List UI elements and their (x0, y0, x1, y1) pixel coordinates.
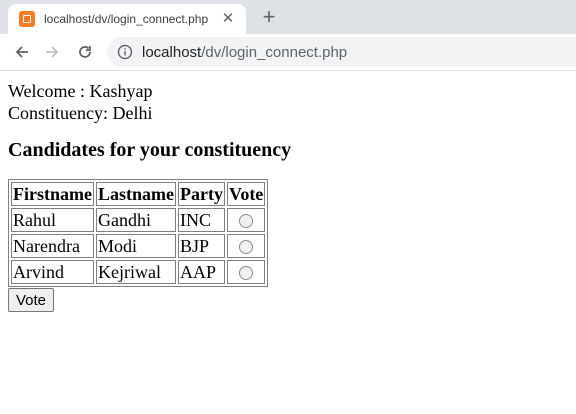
header-party: Party (177, 182, 225, 206)
reload-button[interactable] (73, 40, 97, 64)
vote-radio-arvind[interactable] (239, 266, 254, 281)
url-text: localhost/dv/login_connect.php (142, 44, 347, 61)
constituency-text: Constituency: Delhi (8, 103, 153, 123)
page-heading: Candidates for your constituency (8, 139, 292, 161)
url-host: localhost (142, 43, 202, 61)
cell-vote (226, 208, 266, 232)
cell-lastname: Modi (95, 234, 176, 258)
table-row: Arvind Kejriwal AAP (11, 260, 266, 284)
cell-vote (226, 260, 266, 284)
cell-vote (226, 234, 266, 258)
table-row: Rahul Gandhi INC (11, 208, 266, 232)
cell-firstname: Rahul (11, 208, 94, 232)
back-arrow-icon (15, 46, 28, 58)
reload-icon (79, 46, 91, 58)
vote-radio-narendra[interactable] (239, 240, 254, 255)
vote-button[interactable]: Vote (8, 288, 55, 312)
url-path: /dv/login_connect.php (201, 43, 348, 61)
browser-toolbar: localhost/dv/login_connect.php (0, 34, 576, 71)
page-content: Welcome : Kashyap Constituency: Delhi Ca… (0, 71, 576, 312)
address-bar[interactable]: localhost/dv/login_connect.php (107, 37, 576, 67)
table-row: Narendra Modi BJP (11, 234, 266, 258)
cell-party: BJP (177, 234, 225, 258)
cell-party: AAP (177, 260, 225, 284)
forward-button[interactable] (40, 40, 64, 64)
cell-firstname: Arvind (11, 260, 94, 284)
cell-party: INC (177, 208, 225, 232)
new-tab-button[interactable]: + (257, 6, 281, 30)
browser-tab[interactable]: localhost/dv/login_connect.php ✕ (8, 4, 246, 34)
tab-strip: localhost/dv/login_connect.php ✕ + (0, 0, 576, 34)
table-header-row: Firstname Lastname Party Vote (11, 182, 266, 206)
cell-lastname: Kejriwal (95, 260, 176, 284)
forward-arrow-icon (46, 46, 59, 58)
vote-radio-rahul[interactable] (239, 214, 254, 229)
info-icon[interactable] (117, 44, 133, 60)
cell-lastname: Gandhi (95, 208, 176, 232)
welcome-text: Welcome : Kashyap (8, 81, 153, 101)
xampp-favicon-icon (19, 11, 35, 27)
header-vote: Vote (226, 182, 266, 206)
header-firstname: Firstname (11, 182, 94, 206)
candidates-table: Firstname Lastname Party Vote Rahul Gand… (8, 179, 269, 287)
cell-firstname: Narendra (11, 234, 94, 258)
close-tab-icon[interactable]: ✕ (220, 11, 236, 27)
tab-title: localhost/dv/login_connect.php (44, 12, 209, 26)
header-lastname: Lastname (95, 182, 176, 206)
back-button[interactable] (10, 40, 34, 64)
